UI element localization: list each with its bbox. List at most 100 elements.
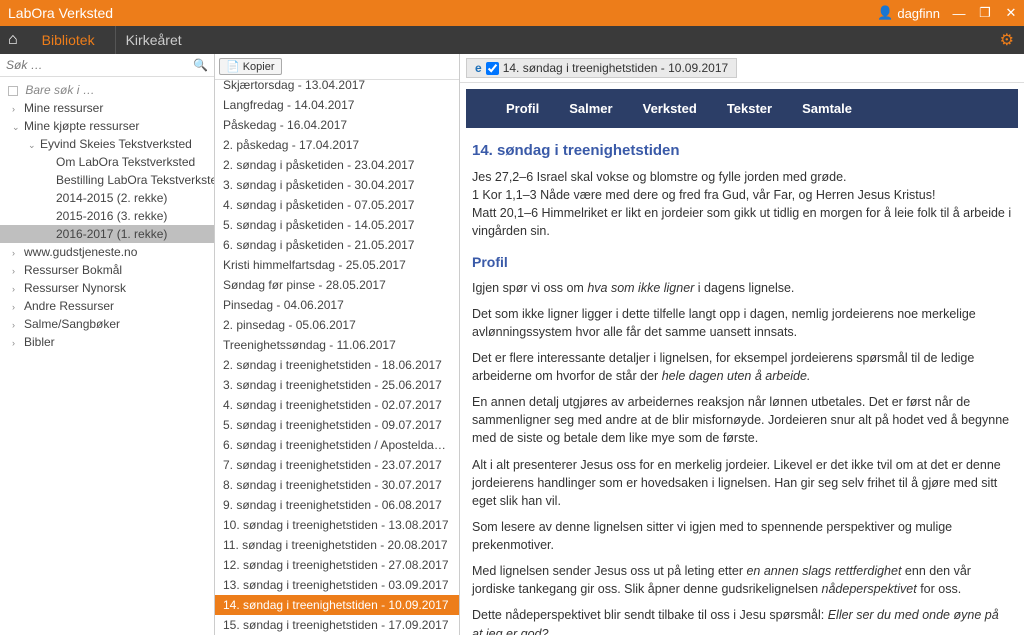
tree-item-label: Om LabOra Tekstverksted — [56, 155, 195, 169]
home-icon[interactable]: ⌂ — [8, 31, 18, 49]
list-item[interactable]: Kristi himmelfartsdag - 25.05.2017 — [215, 255, 459, 275]
tree-item[interactable]: Bestilling LabOra Tekstverksted — [0, 171, 214, 189]
tree-twisty-icon[interactable]: › — [12, 266, 22, 276]
doc-body: 14. søndag i treenighetstiden Jes 27,2–6… — [460, 134, 1024, 635]
list-item[interactable]: 8. søndag i treenighetstiden - 30.07.201… — [215, 475, 459, 495]
tree-item-label: www.gudstjeneste.no — [24, 245, 137, 259]
tree-item-label: 2015-2016 (3. rekke) — [56, 209, 167, 223]
list-item[interactable]: 13. søndag i treenighetstiden - 03.09.20… — [215, 575, 459, 595]
doc-tab-label: 14. søndag i treenighetstiden - 10.09.20… — [503, 61, 729, 75]
list-item[interactable]: 14. søndag i treenighetstiden - 10.09.20… — [215, 595, 459, 615]
tree-twisty-icon[interactable]: ⌄ — [28, 140, 38, 151]
tree-item[interactable]: ›Salme/Sangbøker — [0, 315, 214, 333]
section-title: Profil — [472, 252, 1012, 272]
tree-item[interactable]: ›Andre Ressurser — [0, 297, 214, 315]
list-item[interactable]: Påskedag - 16.04.2017 — [215, 115, 459, 135]
list-item[interactable]: Treenighetssøndag - 11.06.2017 — [215, 335, 459, 355]
list-item[interactable]: 4. søndag i påsketiden - 07.05.2017 — [215, 195, 459, 215]
tree-item[interactable]: ⌄Mine kjøpte ressurser — [0, 117, 214, 135]
list-item[interactable]: 2. påskedag - 17.04.2017 — [215, 135, 459, 155]
tab-kirkearet[interactable]: Kirkeåret — [115, 26, 192, 54]
tree-twisty-icon[interactable]: › — [12, 320, 22, 330]
list-item[interactable]: 6. søndag i påsketiden - 21.05.2017 — [215, 235, 459, 255]
content-scroll[interactable]: Profil Salmer Verksted Tekster Samtale 1… — [460, 83, 1024, 635]
search-input[interactable] — [6, 58, 193, 72]
document-tab[interactable]: e 14. søndag i treenighetstiden - 10.09.… — [466, 58, 737, 78]
nav-salmer[interactable]: Salmer — [569, 101, 612, 116]
list-item[interactable]: 2. søndag i treenighetstiden - 18.06.201… — [215, 355, 459, 375]
nav-samtale[interactable]: Samtale — [802, 101, 852, 116]
content-panel: e 14. søndag i treenighetstiden - 10.09.… — [460, 54, 1024, 635]
tree-item[interactable]: ›Ressurser Nynorsk — [0, 279, 214, 297]
doc-p1: Igjen spør vi oss om hva som ikke ligner… — [472, 279, 1012, 297]
user-icon: 👤 — [877, 5, 893, 21]
list-item[interactable]: Søndag før pinse - 28.05.2017 — [215, 275, 459, 295]
toolbar: ⌂ Bibliotek Kirkeåret ⚙ — [0, 26, 1024, 54]
list-item[interactable]: 6. søndag i treenighetstiden / Apostelda… — [215, 435, 459, 455]
list-item[interactable]: 7. søndag i treenighetstiden - 23.07.201… — [215, 455, 459, 475]
doc-checkbox[interactable] — [486, 62, 499, 75]
user-indicator[interactable]: 👤 dagfinn — [877, 5, 940, 21]
nav-profil[interactable]: Profil — [506, 101, 539, 116]
list-item[interactable]: 5. søndag i påsketiden - 14.05.2017 — [215, 215, 459, 235]
tree-item-label: Eyvind Skeies Tekstverksted — [40, 137, 192, 151]
list-item[interactable]: 12. søndag i treenighetstiden - 27.08.20… — [215, 555, 459, 575]
tree-item-label: Mine ressurser — [24, 101, 103, 115]
list-item[interactable]: 15. søndag i treenighetstiden - 17.09.20… — [215, 615, 459, 635]
list-item[interactable]: Skjærtorsdag - 13.04.2017 — [215, 80, 459, 95]
nav-tekster[interactable]: Tekster — [727, 101, 772, 116]
date-list[interactable]: 3. søndag i fastetiden - 19.03.2017Maria… — [215, 80, 459, 635]
titlebar: LabOra Verksted 👤 dagfinn — ❐ ✕ — [0, 0, 1024, 26]
tree-item[interactable]: 2016-2017 (1. rekke) — [0, 225, 214, 243]
list-item[interactable]: 11. søndag i treenighetstiden - 20.08.20… — [215, 535, 459, 555]
list-item[interactable]: 5. søndag i treenighetstiden - 09.07.201… — [215, 415, 459, 435]
list-item[interactable]: 4. søndag i treenighetstiden - 02.07.201… — [215, 395, 459, 415]
doc-intro-2: Matt 20,1–6 Himmelriket er likt en jorde… — [472, 204, 1012, 240]
list-item[interactable]: 10. søndag i treenighetstiden - 13.08.20… — [215, 515, 459, 535]
tree-twisty-icon[interactable]: › — [12, 284, 22, 294]
list-item[interactable]: 2. søndag i påsketiden - 23.04.2017 — [215, 155, 459, 175]
search-icon[interactable]: 🔍 — [193, 58, 208, 72]
tree-item-label: Ressurser Bokmål — [24, 263, 122, 277]
tree-item[interactable]: Om LabOra Tekstverksted — [0, 153, 214, 171]
tree-item[interactable]: 2014-2015 (2. rekke) — [0, 189, 214, 207]
doc-source-icon: e — [475, 61, 482, 75]
tree-item[interactable]: ⌄Eyvind Skeies Tekstverksted — [0, 135, 214, 153]
tab-bibliotek[interactable]: Bibliotek — [32, 26, 105, 54]
checkbox-icon[interactable] — [8, 86, 18, 96]
sidebar: 🔍 Bare søk i … ›Mine ressurser⌄Mine kjøp… — [0, 54, 215, 635]
tree-item[interactable]: ›Ressurser Bokmål — [0, 261, 214, 279]
tree-item-label: Andre Ressurser — [24, 299, 114, 313]
tree-twisty-icon[interactable]: ⌄ — [12, 122, 22, 133]
list-item[interactable]: 2. pinsedag - 05.06.2017 — [215, 315, 459, 335]
tree-twisty-icon[interactable]: › — [12, 248, 22, 258]
tree-item-label: Mine kjøpte ressurser — [24, 119, 139, 133]
doc-intro-1: 1 Kor 1,1–3 Nåde være med dere og fred f… — [472, 186, 1012, 204]
doc-p3: Det er flere interessante detaljer i lig… — [472, 349, 1012, 385]
app-title: LabOra Verksted — [8, 5, 113, 21]
tree-item-label: Salme/Sangbøker — [24, 317, 120, 331]
tree-item[interactable]: ›Bibler — [0, 333, 214, 351]
tree-twisty-icon[interactable]: › — [12, 338, 22, 348]
list-item[interactable]: 3. søndag i treenighetstiden - 25.06.201… — [215, 375, 459, 395]
tree-twisty-icon[interactable]: › — [12, 104, 22, 114]
nav-verksted[interactable]: Verksted — [643, 101, 697, 116]
tree-item[interactable]: ›Mine ressurser — [0, 99, 214, 117]
tree-item[interactable]: 2015-2016 (3. rekke) — [0, 207, 214, 225]
close-button[interactable]: ✕ — [1004, 5, 1018, 21]
list-item[interactable]: 9. søndag i treenighetstiden - 06.08.201… — [215, 495, 459, 515]
list-item[interactable]: 3. søndag i påsketiden - 30.04.2017 — [215, 175, 459, 195]
gear-icon[interactable]: ⚙ — [1000, 30, 1024, 50]
list-item[interactable]: Pinsedag - 04.06.2017 — [215, 295, 459, 315]
doc-intro-0: Jes 27,2–6 Israel skal vokse og blomstre… — [472, 168, 1012, 186]
tree-twisty-icon[interactable]: › — [12, 302, 22, 312]
resource-tree: Bare søk i … ›Mine ressurser⌄Mine kjøpte… — [0, 77, 214, 635]
list-item[interactable]: Langfredag - 14.04.2017 — [215, 95, 459, 115]
maximize-button[interactable]: ❐ — [978, 5, 992, 21]
tree-item-label: Bestilling LabOra Tekstverksted — [56, 173, 214, 187]
tree-item[interactable]: ›www.gudstjeneste.no — [0, 243, 214, 261]
content-nav: Profil Salmer Verksted Tekster Samtale — [466, 89, 1018, 128]
search-filter-label[interactable]: Bare søk i … — [0, 81, 214, 99]
minimize-button[interactable]: — — [952, 6, 966, 21]
kopier-button[interactable]: 📄 Kopier — [219, 58, 282, 75]
